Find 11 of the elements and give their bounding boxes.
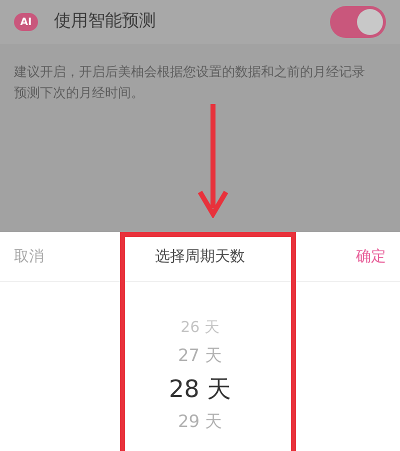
sheet-title: 选择周期天数 [155,246,245,268]
setting-title: 使用智能预测 [54,10,156,34]
ai-icon: AI [14,13,38,31]
picker-item[interactable]: 29 天 [178,410,222,434]
picker-item[interactable]: 26 天 [180,316,220,338]
cancel-button[interactable]: 取消 [14,245,44,268]
picker-item[interactable]: 27 天 [178,344,222,368]
setting-description: 建议开启，开启后美柚会根据您设置的数据和之前的月经记录预测下次的月经时间。 [13,64,366,103]
picker-item[interactable]: 28 天 [168,374,232,404]
toggle-switch[interactable] [330,6,386,38]
confirm-button[interactable]: 确定 [356,245,386,268]
